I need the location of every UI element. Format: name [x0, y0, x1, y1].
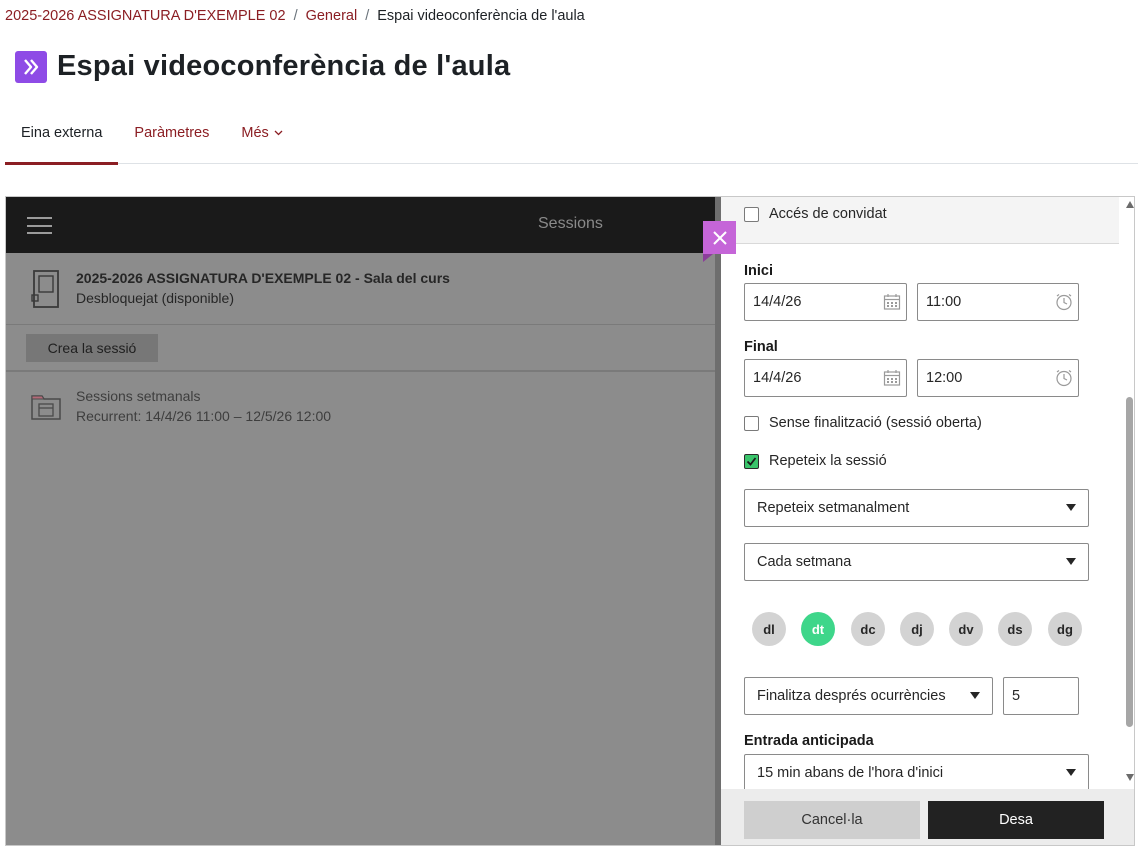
app-topbar: Sessions: [6, 197, 715, 253]
room-status: Desbloquejat (disponible): [76, 290, 234, 306]
breadcrumb-separator: /: [365, 8, 370, 24]
dropdown-arrow-icon: [1066, 769, 1076, 776]
close-icon: [712, 230, 727, 245]
repeat-interval-value: Cada setmana: [757, 554, 852, 570]
close-button-tail: [703, 254, 713, 262]
end-time-value: 12:00: [926, 370, 963, 386]
scroll-up-arrow-icon[interactable]: [1126, 201, 1134, 208]
no-end-label: Sense finalització (sessió oberta): [769, 415, 982, 431]
clock-icon: [1055, 293, 1073, 315]
scrollbar-thumb[interactable]: [1126, 397, 1133, 727]
external-tool-frame: Sessions 2025-2026 ASSIGNATURA D'EXEMPLE…: [5, 196, 1135, 846]
repeat-type-value: Repeteix setmanalment: [757, 500, 910, 516]
cancel-button[interactable]: Cancel·la: [744, 801, 920, 839]
clock-icon: [1055, 369, 1073, 391]
tab-label: Paràmetres: [134, 125, 210, 141]
dropdown-arrow-icon: [1066, 504, 1076, 511]
tab-label: Més: [241, 125, 269, 141]
dropdown-arrow-icon: [970, 692, 980, 699]
divider: [6, 370, 715, 372]
breadcrumb-separator: /: [293, 8, 298, 24]
dropdown-arrow-icon: [1066, 558, 1076, 565]
start-label: Inici: [744, 263, 774, 279]
tab-more[interactable]: Més: [225, 102, 298, 164]
start-time-input[interactable]: 11:00: [917, 283, 1079, 321]
breadcrumb: 2025-2026 ASSIGNATURA D'EXEMPLE 02 / Gen…: [5, 8, 585, 24]
scroll-down-arrow-icon[interactable]: [1126, 774, 1134, 781]
check-icon: [746, 457, 757, 466]
room-name: 2025-2026 ASSIGNATURA D'EXEMPLE 02 - Sal…: [76, 270, 450, 286]
early-entry-select[interactable]: 15 min abans de l'hora d'inici: [744, 754, 1089, 789]
tab-label: Eina externa: [21, 125, 103, 141]
panel-footer: Cancel·la Desa: [721, 789, 1134, 845]
end-label: Final: [744, 339, 778, 355]
end-after-select[interactable]: Finalitza després ocurrències: [744, 677, 993, 715]
day-toggle-tuesday[interactable]: dt: [801, 612, 835, 646]
end-date-value: 14/4/26: [753, 370, 802, 386]
end-time-input[interactable]: 12:00: [917, 359, 1079, 397]
start-time-value: 11:00: [926, 294, 962, 310]
guest-access-row: Accés de convidat: [721, 197, 1119, 244]
breadcrumb-current: Espai videoconferència de l'aula: [377, 8, 585, 24]
door-icon: [30, 269, 62, 314]
repeat-interval-select[interactable]: Cada setmana: [744, 543, 1089, 581]
repeat-session-label: Repeteix la sessió: [769, 453, 887, 469]
early-entry-label: Entrada anticipada: [744, 733, 874, 749]
day-toggle-wednesday[interactable]: dc: [851, 612, 885, 646]
close-panel-button[interactable]: [703, 221, 736, 254]
page-title: Espai videoconferència de l'aula: [57, 50, 511, 82]
early-entry-value: 15 min abans de l'hora d'inici: [757, 765, 944, 781]
session-settings-panel: Accés de convidat Inici 14/4/26 11:00 Fi…: [715, 197, 1134, 845]
panel-scrollbar[interactable]: [1124, 197, 1134, 789]
create-session-button[interactable]: Crea la sessió: [26, 334, 158, 362]
repeat-session-checkbox[interactable]: [744, 454, 759, 469]
day-toggle-monday[interactable]: dl: [752, 612, 786, 646]
course-room-row[interactable]: 2025-2026 ASSIGNATURA D'EXEMPLE 02 - Sal…: [6, 253, 715, 325]
recurring-folder-icon: [30, 390, 62, 427]
secondary-navigation: Eina externa Paràmetres Més: [5, 102, 1138, 165]
repeat-type-select[interactable]: Repeteix setmanalment: [744, 489, 1089, 527]
no-end-checkbox[interactable]: [744, 416, 759, 431]
calendar-icon: [883, 293, 901, 315]
start-date-input[interactable]: 14/4/26: [744, 283, 907, 321]
day-toggle-friday[interactable]: dv: [949, 612, 983, 646]
save-button[interactable]: Desa: [928, 801, 1104, 839]
start-date-value: 14/4/26: [753, 294, 802, 310]
day-toggle-saturday[interactable]: ds: [998, 612, 1032, 646]
tab-settings[interactable]: Paràmetres: [118, 102, 225, 164]
breadcrumb-section-link[interactable]: General: [306, 8, 358, 24]
end-after-value: Finalitza després ocurrències: [757, 688, 946, 704]
occurrences-count-value: 5: [1012, 688, 1021, 704]
breadcrumb-course-link[interactable]: 2025-2026 ASSIGNATURA D'EXEMPLE 02: [5, 8, 286, 24]
end-date-input[interactable]: 14/4/26: [744, 359, 907, 397]
tab-external-tool[interactable]: Eina externa: [5, 102, 119, 165]
page-header: Espai videoconferència de l'aula: [15, 50, 510, 83]
panel-scroll-area[interactable]: Accés de convidat Inici 14/4/26 11:00 Fi…: [721, 197, 1123, 789]
sessions-app: Sessions 2025-2026 ASSIGNATURA D'EXEMPLE…: [6, 197, 715, 845]
external-tool-icon: [15, 50, 47, 83]
chevron-down-icon: [274, 128, 283, 139]
guest-access-label: Accés de convidat: [769, 206, 887, 222]
series-name[interactable]: Sessions setmanals: [76, 388, 201, 404]
series-detail: Recurrent: 14/4/26 11:00 – 12/5/26 12:00: [76, 408, 332, 424]
app-title: Sessions: [538, 215, 603, 232]
day-toggle-sunday[interactable]: dg: [1048, 612, 1082, 646]
guest-access-checkbox[interactable]: [744, 207, 759, 222]
calendar-icon: [883, 369, 901, 391]
hamburger-menu-icon[interactable]: [27, 217, 52, 234]
occurrences-count-input[interactable]: 5: [1003, 677, 1079, 715]
day-toggle-thursday[interactable]: dj: [900, 612, 934, 646]
